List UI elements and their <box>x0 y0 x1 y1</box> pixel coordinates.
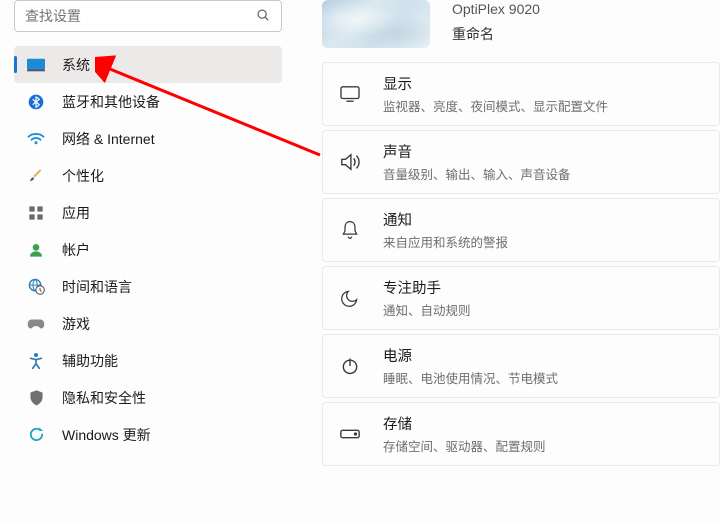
bluetooth-icon <box>26 92 46 112</box>
sidebar-item-gaming[interactable]: 游戏 <box>14 305 282 342</box>
sidebar-item-label: 帐户 <box>62 240 90 260</box>
sidebar-item-windows-update[interactable]: Windows 更新 <box>14 416 282 453</box>
sidebar-item-label: 隐私和安全性 <box>62 388 146 408</box>
sidebar-item-bluetooth[interactable]: 蓝牙和其他设备 <box>14 83 282 120</box>
sidebar-item-label: Windows 更新 <box>62 425 151 445</box>
globe-clock-icon <box>26 277 46 297</box>
sidebar-item-label: 蓝牙和其他设备 <box>62 92 160 112</box>
sidebar-item-privacy[interactable]: 隐私和安全性 <box>14 379 282 416</box>
sidebar-item-label: 应用 <box>62 203 90 223</box>
card-title: 存储 <box>383 413 546 434</box>
card-title: 电源 <box>383 345 558 366</box>
sidebar-item-system[interactable]: 系统 <box>14 46 282 83</box>
shield-icon <box>26 388 46 408</box>
settings-card-power[interactable]: 电源 睡眠、电池使用情况、节电模式 <box>322 334 720 398</box>
sidebar-item-label: 网络 & Internet <box>62 129 155 149</box>
moon-icon <box>339 287 361 309</box>
sidebar-item-time-language[interactable]: 时间和语言 <box>14 268 282 305</box>
accessibility-icon <box>26 351 46 371</box>
card-subtitle: 来自应用和系统的警报 <box>383 232 508 251</box>
card-title: 声音 <box>383 141 571 162</box>
search-icon <box>254 6 272 24</box>
sidebar-item-label: 游戏 <box>62 314 90 334</box>
settings-card-sound[interactable]: 声音 音量级别、输出、输入、声音设备 <box>322 130 720 194</box>
sound-icon <box>339 151 361 173</box>
card-subtitle: 音量级别、输出、输入、声音设备 <box>383 164 571 183</box>
power-icon <box>339 355 361 377</box>
sidebar-item-apps[interactable]: 应用 <box>14 194 282 231</box>
bell-icon <box>339 219 361 241</box>
card-title: 专注助手 <box>383 277 471 298</box>
sidebar-item-network[interactable]: 网络 & Internet <box>14 120 282 157</box>
pc-model: OptiPlex 9020 <box>452 0 540 20</box>
settings-card-display[interactable]: 显示 监视器、亮度、夜间模式、显示配置文件 <box>322 62 720 126</box>
apps-icon <box>26 203 46 223</box>
search-input[interactable] <box>14 0 282 32</box>
sidebar-item-label: 时间和语言 <box>62 277 132 297</box>
sidebar-item-accounts[interactable]: 帐户 <box>14 231 282 268</box>
gamepad-icon <box>26 314 46 334</box>
display-icon <box>339 83 361 105</box>
update-icon <box>26 425 46 445</box>
settings-card-notifications[interactable]: 通知 来自应用和系统的警报 <box>322 198 720 262</box>
settings-card-storage[interactable]: 存储 存储空间、驱动器、配置规则 <box>322 402 720 466</box>
system-icon <box>26 55 46 75</box>
desktop-thumbnail <box>322 0 430 48</box>
person-icon <box>26 240 46 260</box>
brush-icon <box>26 166 46 186</box>
card-subtitle: 监视器、亮度、夜间模式、显示配置文件 <box>383 96 608 115</box>
sidebar-item-label: 个性化 <box>62 166 104 186</box>
settings-card-focus-assist[interactable]: 专注助手 通知、自动规则 <box>322 266 720 330</box>
sidebar-item-accessibility[interactable]: 辅助功能 <box>14 342 282 379</box>
sidebar-item-label: 系统 <box>62 55 90 75</box>
card-title: 通知 <box>383 209 508 230</box>
sidebar-item-label: 辅助功能 <box>62 351 118 371</box>
card-subtitle: 通知、自动规则 <box>383 300 471 319</box>
card-subtitle: 存储空间、驱动器、配置规则 <box>383 436 546 455</box>
wifi-icon <box>26 129 46 149</box>
storage-icon <box>339 423 361 445</box>
sidebar-item-personalization[interactable]: 个性化 <box>14 157 282 194</box>
card-subtitle: 睡眠、电池使用情况、节电模式 <box>383 368 558 387</box>
card-title: 显示 <box>383 73 608 94</box>
rename-pc-link[interactable]: 重命名 <box>452 24 540 44</box>
